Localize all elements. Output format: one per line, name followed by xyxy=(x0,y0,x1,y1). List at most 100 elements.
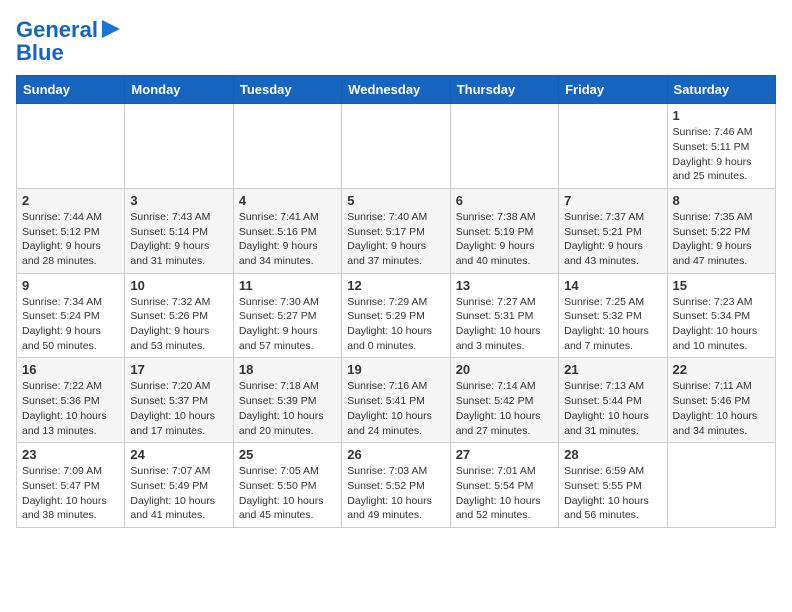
day-info: Sunrise: 7:16 AM Sunset: 5:41 PM Dayligh… xyxy=(347,379,444,438)
calendar-cell: 12 Sunrise: 7:29 AM Sunset: 5:29 PM Dayli… xyxy=(342,273,450,358)
calendar-cell: 10 Sunrise: 7:32 AM Sunset: 5:26 PM Dayli… xyxy=(125,273,233,358)
logo-text-line1: General xyxy=(16,18,98,42)
calendar-cell: 8 Sunrise: 7:35 AM Sunset: 5:22 PM Daylig… xyxy=(667,188,775,273)
day-info: Sunrise: 7:20 AM Sunset: 5:37 PM Dayligh… xyxy=(130,379,227,438)
day-info: Sunrise: 7:11 AM Sunset: 5:46 PM Dayligh… xyxy=(673,379,770,438)
day-number: 8 xyxy=(673,193,770,208)
calendar-cell: 11 Sunrise: 7:30 AM Sunset: 5:27 PM Dayli… xyxy=(233,273,341,358)
weekday-header-monday: Monday xyxy=(125,76,233,104)
calendar-cell: 23 Sunrise: 7:09 AM Sunset: 5:47 PM Dayli… xyxy=(17,443,125,528)
calendar-cell xyxy=(667,443,775,528)
calendar-cell: 4 Sunrise: 7:41 AM Sunset: 5:16 PM Daylig… xyxy=(233,188,341,273)
calendar-cell: 2 Sunrise: 7:44 AM Sunset: 5:12 PM Daylig… xyxy=(17,188,125,273)
day-info: Sunrise: 7:03 AM Sunset: 5:52 PM Dayligh… xyxy=(347,464,444,523)
calendar-week-row: 16 Sunrise: 7:22 AM Sunset: 5:36 PM Dayli… xyxy=(17,358,776,443)
calendar-cell: 14Sunrise: 7:25 AM Sunset: 5:32 PM Dayli… xyxy=(559,273,667,358)
day-info: Sunrise: 7:46 AM Sunset: 5:11 PM Dayligh… xyxy=(673,125,770,184)
day-number: 26 xyxy=(347,447,444,462)
logo-text-line2: Blue xyxy=(16,41,64,65)
day-number: 5 xyxy=(347,193,444,208)
calendar-cell: 15 Sunrise: 7:23 AM Sunset: 5:34 PM Dayli… xyxy=(667,273,775,358)
day-info: Sunrise: 6:59 AM Sunset: 5:55 PM Dayligh… xyxy=(564,464,661,523)
day-info: Sunrise: 7:32 AM Sunset: 5:26 PM Dayligh… xyxy=(130,295,227,354)
calendar-cell: 5Sunrise: 7:40 AM Sunset: 5:17 PM Daylig… xyxy=(342,188,450,273)
calendar-cell: 18 Sunrise: 7:18 AM Sunset: 5:39 PM Dayli… xyxy=(233,358,341,443)
calendar-cell: 28 Sunrise: 6:59 AM Sunset: 5:55 PM Dayli… xyxy=(559,443,667,528)
day-info: Sunrise: 7:41 AM Sunset: 5:16 PM Dayligh… xyxy=(239,210,336,269)
day-number: 28 xyxy=(564,447,661,462)
calendar-cell: 27 Sunrise: 7:01 AM Sunset: 5:54 PM Dayli… xyxy=(450,443,558,528)
day-number: 27 xyxy=(456,447,553,462)
calendar-cell xyxy=(450,104,558,189)
day-number: 14 xyxy=(564,278,661,293)
day-info: Sunrise: 7:29 AM Sunset: 5:29 PM Dayligh… xyxy=(347,295,444,354)
day-number: 17 xyxy=(130,362,227,377)
calendar-cell: 17 Sunrise: 7:20 AM Sunset: 5:37 PM Dayli… xyxy=(125,358,233,443)
calendar-cell: 7 Sunrise: 7:37 AM Sunset: 5:21 PM Daylig… xyxy=(559,188,667,273)
weekday-header-sunday: Sunday xyxy=(17,76,125,104)
logo: General Blue xyxy=(16,16,124,65)
calendar-week-row: 23 Sunrise: 7:09 AM Sunset: 5:47 PM Dayli… xyxy=(17,443,776,528)
day-number: 19 xyxy=(347,362,444,377)
calendar-cell: 1 Sunrise: 7:46 AM Sunset: 5:11 PM Daylig… xyxy=(667,104,775,189)
calendar-table: SundayMondayTuesdayWednesdayThursdayFrid… xyxy=(16,75,776,528)
page-header: General Blue xyxy=(16,16,776,65)
calendar-cell: 16 Sunrise: 7:22 AM Sunset: 5:36 PM Dayli… xyxy=(17,358,125,443)
weekday-header-tuesday: Tuesday xyxy=(233,76,341,104)
day-info: Sunrise: 7:43 AM Sunset: 5:14 PM Dayligh… xyxy=(130,210,227,269)
day-number: 15 xyxy=(673,278,770,293)
day-info: Sunrise: 7:30 AM Sunset: 5:27 PM Dayligh… xyxy=(239,295,336,354)
calendar-cell xyxy=(559,104,667,189)
day-number: 3 xyxy=(130,193,227,208)
day-number: 6 xyxy=(456,193,553,208)
calendar-cell: 9Sunrise: 7:34 AM Sunset: 5:24 PM Daylig… xyxy=(17,273,125,358)
calendar-cell: 19 Sunrise: 7:16 AM Sunset: 5:41 PM Dayli… xyxy=(342,358,450,443)
calendar-header-row: SundayMondayTuesdayWednesdayThursdayFrid… xyxy=(17,76,776,104)
logo-arrow-icon xyxy=(102,18,124,40)
day-info: Sunrise: 7:34 AM Sunset: 5:24 PM Dayligh… xyxy=(22,295,119,354)
day-info: Sunrise: 7:37 AM Sunset: 5:21 PM Dayligh… xyxy=(564,210,661,269)
day-number: 10 xyxy=(130,278,227,293)
calendar-cell: 26 Sunrise: 7:03 AM Sunset: 5:52 PM Dayli… xyxy=(342,443,450,528)
calendar-week-row: 9Sunrise: 7:34 AM Sunset: 5:24 PM Daylig… xyxy=(17,273,776,358)
day-info: Sunrise: 7:05 AM Sunset: 5:50 PM Dayligh… xyxy=(239,464,336,523)
calendar-cell xyxy=(233,104,341,189)
day-info: Sunrise: 7:14 AM Sunset: 5:42 PM Dayligh… xyxy=(456,379,553,438)
day-number: 20 xyxy=(456,362,553,377)
day-info: Sunrise: 7:23 AM Sunset: 5:34 PM Dayligh… xyxy=(673,295,770,354)
day-info: Sunrise: 7:27 AM Sunset: 5:31 PM Dayligh… xyxy=(456,295,553,354)
calendar-cell: 22 Sunrise: 7:11 AM Sunset: 5:46 PM Dayli… xyxy=(667,358,775,443)
calendar-week-row: 1 Sunrise: 7:46 AM Sunset: 5:11 PM Daylig… xyxy=(17,104,776,189)
day-number: 21 xyxy=(564,362,661,377)
day-number: 4 xyxy=(239,193,336,208)
calendar-cell: 6 Sunrise: 7:38 AM Sunset: 5:19 PM Daylig… xyxy=(450,188,558,273)
day-number: 12 xyxy=(347,278,444,293)
day-info: Sunrise: 7:35 AM Sunset: 5:22 PM Dayligh… xyxy=(673,210,770,269)
calendar-week-row: 2 Sunrise: 7:44 AM Sunset: 5:12 PM Daylig… xyxy=(17,188,776,273)
calendar-cell: 13Sunrise: 7:27 AM Sunset: 5:31 PM Dayli… xyxy=(450,273,558,358)
day-info: Sunrise: 7:18 AM Sunset: 5:39 PM Dayligh… xyxy=(239,379,336,438)
calendar-cell: 3 Sunrise: 7:43 AM Sunset: 5:14 PM Daylig… xyxy=(125,188,233,273)
calendar-cell: 25Sunrise: 7:05 AM Sunset: 5:50 PM Dayli… xyxy=(233,443,341,528)
day-number: 18 xyxy=(239,362,336,377)
weekday-header-friday: Friday xyxy=(559,76,667,104)
calendar-cell xyxy=(342,104,450,189)
day-number: 24 xyxy=(130,447,227,462)
calendar-cell: 24 Sunrise: 7:07 AM Sunset: 5:49 PM Dayli… xyxy=(125,443,233,528)
day-number: 16 xyxy=(22,362,119,377)
day-number: 11 xyxy=(239,278,336,293)
weekday-header-wednesday: Wednesday xyxy=(342,76,450,104)
day-number: 22 xyxy=(673,362,770,377)
day-info: Sunrise: 7:09 AM Sunset: 5:47 PM Dayligh… xyxy=(22,464,119,523)
day-number: 1 xyxy=(673,108,770,123)
calendar-cell xyxy=(17,104,125,189)
day-info: Sunrise: 7:22 AM Sunset: 5:36 PM Dayligh… xyxy=(22,379,119,438)
day-number: 7 xyxy=(564,193,661,208)
weekday-header-thursday: Thursday xyxy=(450,76,558,104)
day-number: 23 xyxy=(22,447,119,462)
day-info: Sunrise: 7:01 AM Sunset: 5:54 PM Dayligh… xyxy=(456,464,553,523)
day-info: Sunrise: 7:38 AM Sunset: 5:19 PM Dayligh… xyxy=(456,210,553,269)
day-info: Sunrise: 7:44 AM Sunset: 5:12 PM Dayligh… xyxy=(22,210,119,269)
day-number: 2 xyxy=(22,193,119,208)
day-info: Sunrise: 7:07 AM Sunset: 5:49 PM Dayligh… xyxy=(130,464,227,523)
